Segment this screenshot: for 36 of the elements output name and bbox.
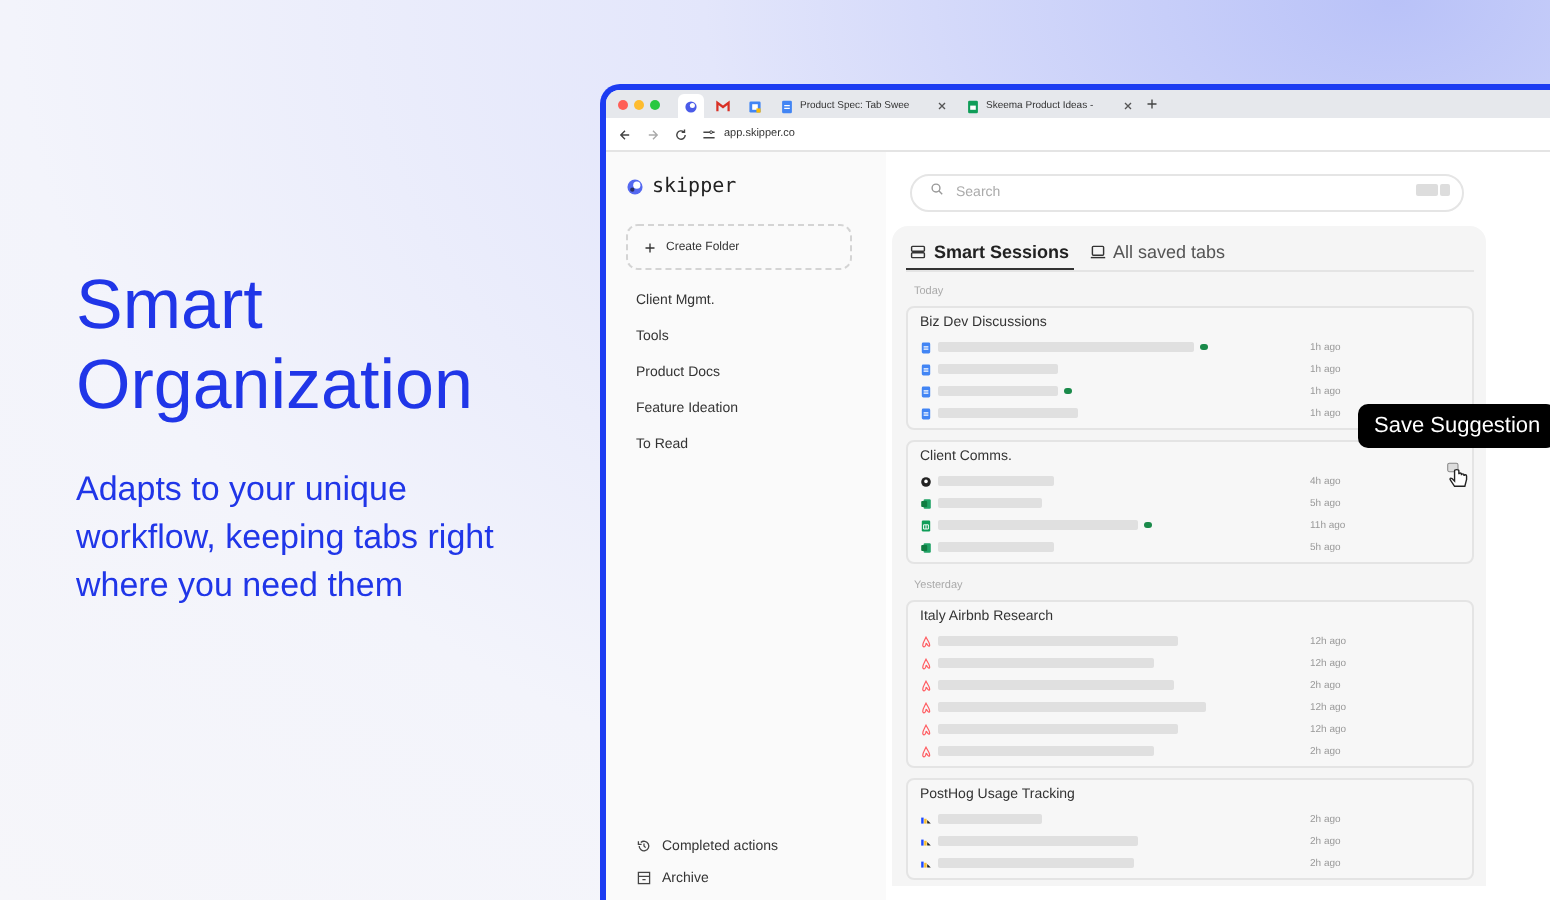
view-tab[interactable]: All saved tabs [1085, 242, 1230, 270]
tooltip: Save Suggestion [1358, 404, 1550, 448]
laptop-icon [1089, 244, 1106, 260]
document-icon [920, 363, 932, 375]
back-arrow-icon[interactable] [618, 127, 632, 141]
hedgehog-logo-icon [920, 835, 932, 847]
archive-icon [636, 870, 652, 886]
close-icon[interactable] [936, 100, 948, 112]
new-tab-icon[interactable] [1146, 98, 1158, 110]
hedgehog-logo-icon [920, 857, 932, 869]
calendar-icon [748, 99, 762, 113]
document-icon [780, 99, 794, 113]
search-icon [930, 182, 944, 196]
plus-icon [644, 241, 656, 253]
spreadsheet-icon [920, 541, 932, 553]
close-icon[interactable] [1122, 100, 1134, 112]
spreadsheet-icon [966, 99, 980, 113]
reload-icon[interactable] [674, 127, 688, 141]
logo-icon [684, 99, 698, 113]
hero-title: Smart Organization [76, 266, 475, 426]
keyboard-shortcut-icon [1416, 183, 1450, 195]
view-tab[interactable]: Smart Sessions [906, 242, 1074, 270]
logo-text: skipper [652, 176, 737, 198]
stack-icon [910, 244, 926, 260]
hero-subtitle: Adapts to your unique workflow, keeping tabs right where you need them [76, 468, 496, 608]
hedgehog-logo-icon [920, 813, 932, 825]
history-icon [636, 838, 652, 854]
mail-icon [716, 99, 730, 113]
spreadsheet-icon [920, 519, 932, 531]
browser-tab[interactable] [678, 94, 704, 118]
logo-icon [626, 178, 644, 196]
site-settings-icon[interactable] [702, 127, 716, 141]
document-icon [920, 385, 932, 397]
spreadsheet-icon [920, 497, 932, 509]
document-icon [920, 407, 932, 419]
document-icon [920, 341, 932, 353]
